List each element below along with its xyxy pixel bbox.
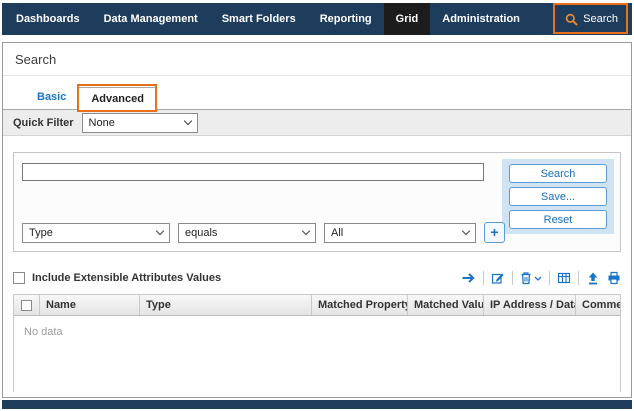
- nav-item-data-management[interactable]: Data Management: [92, 3, 210, 35]
- column-header-matched-value[interactable]: Matched Value: [408, 295, 484, 315]
- include-ea-label: Include Extensible Attributes Values: [32, 272, 221, 284]
- tab-advanced[interactable]: Advanced: [78, 87, 157, 111]
- nav-search-label: Search: [583, 13, 618, 25]
- toolbar-separator: [512, 271, 513, 285]
- column-header-name[interactable]: Name: [40, 295, 140, 315]
- filter-criteria-row: Type equals All +: [22, 222, 505, 243]
- page-title: Search: [3, 43, 631, 76]
- nav-item-grid[interactable]: Grid: [384, 3, 431, 35]
- column-header-type[interactable]: Type: [140, 295, 312, 315]
- search-panel: Search BasicAdvanced Quick Filter None S…: [2, 42, 632, 398]
- nav-item-administration[interactable]: Administration: [430, 3, 532, 35]
- filter-value-value: All: [331, 227, 343, 239]
- quick-filter-bar: Quick Filter None: [3, 110, 631, 136]
- chevron-down-icon: [462, 227, 470, 235]
- edit-icon[interactable]: [491, 271, 505, 285]
- column-header-matched-property[interactable]: Matched Property: [312, 295, 408, 315]
- nav-search-button[interactable]: Search: [551, 3, 632, 35]
- toolbar-separator: [549, 271, 550, 285]
- tab-bar: BasicAdvanced: [3, 86, 631, 110]
- results-toolbar: [461, 271, 621, 285]
- include-ea-checkbox[interactable]: [13, 272, 25, 284]
- quick-filter-label: Quick Filter: [13, 117, 74, 129]
- nav-item-smart-folders[interactable]: Smart Folders: [210, 3, 308, 35]
- toolbar-separator: [483, 271, 484, 285]
- upload-icon[interactable]: [586, 271, 600, 285]
- filter-actions-panel: Search Save... Reset: [502, 159, 614, 234]
- chevron-down-icon: [183, 117, 191, 125]
- search-query-input[interactable]: [22, 163, 484, 181]
- columns-icon[interactable]: [557, 271, 571, 285]
- results-table-header: Name Type Matched Property Matched Value…: [14, 295, 620, 316]
- print-icon[interactable]: [607, 271, 621, 285]
- column-header-ip-address-data[interactable]: IP Address / Data: [484, 295, 576, 315]
- empty-state-text: No data: [14, 316, 620, 348]
- delete-icon[interactable]: [520, 271, 542, 285]
- filter-operator-select[interactable]: equals: [178, 223, 316, 243]
- add-filter-button[interactable]: +: [484, 222, 505, 243]
- tab-basic[interactable]: Basic: [25, 86, 78, 110]
- go-arrow-icon[interactable]: [461, 271, 476, 285]
- bottom-status-bar: [2, 400, 632, 409]
- filter-field-value: Type: [29, 227, 53, 239]
- nav-item-reporting[interactable]: Reporting: [308, 3, 384, 35]
- results-table-body: No data: [14, 316, 620, 392]
- search-button[interactable]: Search: [509, 164, 607, 183]
- filter-operator-value: equals: [185, 227, 217, 239]
- select-all-checkbox[interactable]: [21, 300, 32, 311]
- select-all-cell: [14, 295, 40, 315]
- results-options-row: Include Extensible Attributes Values: [13, 270, 621, 286]
- filter-builder: Search Save... Reset Type equals All +: [13, 152, 621, 252]
- top-nav: Dashboards Data Management Smart Folders…: [2, 3, 632, 35]
- chevron-down-icon: [302, 227, 310, 235]
- quick-filter-select[interactable]: None: [82, 113, 198, 133]
- filter-value-select[interactable]: All: [324, 223, 476, 243]
- filter-field-select[interactable]: Type: [22, 223, 170, 243]
- search-icon: [565, 13, 578, 26]
- toolbar-separator: [578, 271, 579, 285]
- results-table: Name Type Matched Property Matched Value…: [13, 294, 621, 392]
- nav-item-dashboards[interactable]: Dashboards: [4, 3, 92, 35]
- column-header-comment[interactable]: Comment: [576, 295, 620, 315]
- screen: Dashboards Data Management Smart Folders…: [0, 0, 634, 411]
- reset-button[interactable]: Reset: [509, 210, 607, 229]
- delete-caret-icon: [534, 276, 542, 281]
- chevron-down-icon: [156, 227, 164, 235]
- save-button[interactable]: Save...: [509, 187, 607, 206]
- quick-filter-value: None: [89, 117, 115, 129]
